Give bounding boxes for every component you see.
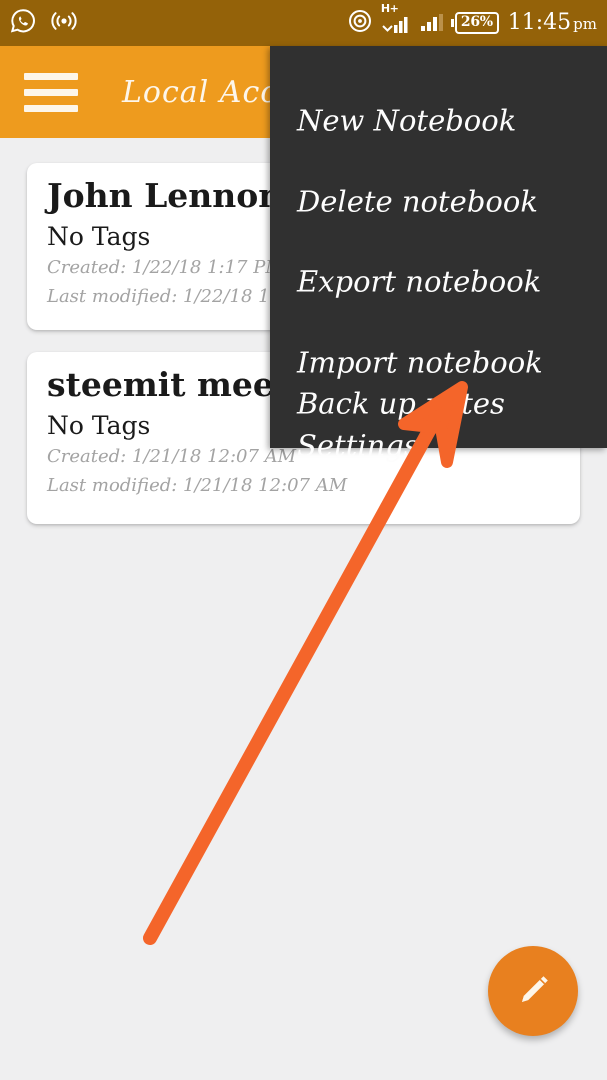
hamburger-icon[interactable]	[24, 70, 78, 114]
menu-item-label: Export notebook	[297, 264, 542, 299]
menu-item-label: New Notebook	[297, 103, 517, 138]
menu-item-new-notebook[interactable]: New Notebook	[270, 106, 516, 150]
phone-screen: H+ 26% 11:45 pm Local Account John Lenno…	[0, 0, 607, 1080]
status-bar-right-icons: H+ 26% 11:45 pm	[348, 3, 597, 37]
menu-item-export-notebook[interactable]: Export notebook	[270, 267, 541, 311]
signal-bars-icon	[420, 10, 446, 36]
hamburger-bar	[24, 72, 78, 80]
status-bar: H+ 26% 11:45 pm	[0, 0, 607, 46]
note-modified: Last modified: 1/21/18 12:07 AM	[47, 475, 348, 497]
menu-item-delete-notebook[interactable]: Delete notebook	[270, 187, 538, 231]
clock: 11:45 pm	[508, 12, 597, 34]
cast-icon	[49, 10, 79, 36]
whatsapp-icon	[10, 8, 36, 38]
menu-item-label: Settings	[297, 428, 419, 463]
menu-item-label: Delete notebook	[297, 184, 538, 219]
menu-item-label: Import notebook	[297, 345, 543, 380]
network-type-label: H+	[380, 2, 399, 15]
hamburger-bar	[24, 104, 78, 112]
status-bar-left-icons	[10, 8, 79, 38]
overflow-menu: New Notebook Delete notebook Export note…	[270, 46, 607, 460]
battery-indicator: 26%	[450, 11, 499, 35]
location-icon	[348, 9, 372, 37]
menu-item-label: Back up notes	[297, 386, 505, 421]
new-note-fab[interactable]	[488, 946, 578, 1036]
hamburger-bar	[24, 88, 78, 96]
signal-hplus-icon: H+	[381, 3, 411, 34]
clock-period: pm	[573, 15, 597, 33]
clock-time: 11:45	[507, 10, 572, 35]
menu-item-settings[interactable]: Settings	[270, 431, 419, 475]
